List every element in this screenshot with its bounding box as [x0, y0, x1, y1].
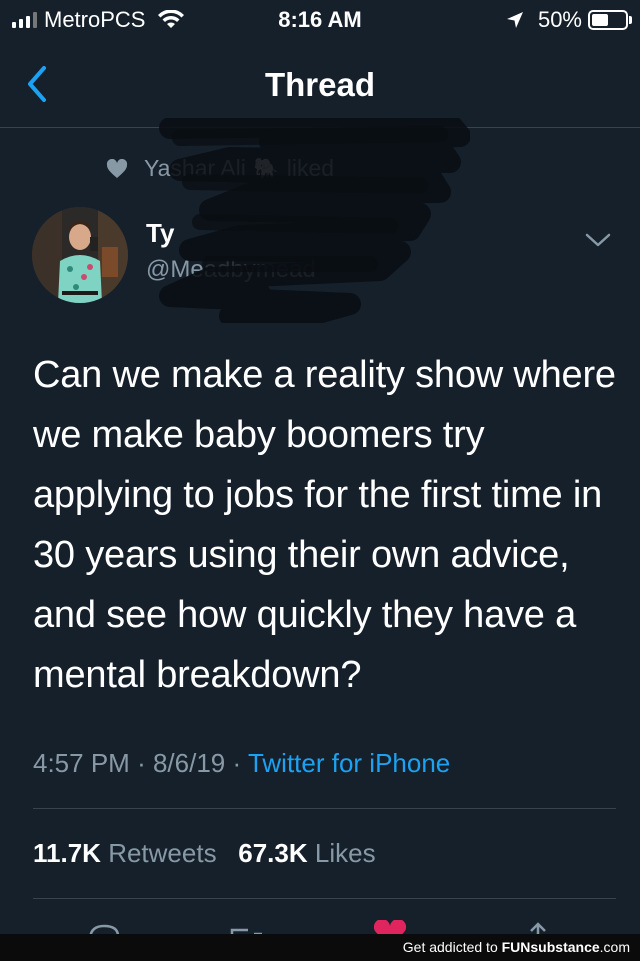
social-context-action: liked [286, 155, 335, 181]
likes-count: 67.3K [238, 838, 308, 868]
author-name[interactable]: Ty [146, 218, 174, 249]
battery-level-fill [592, 14, 608, 26]
avatar[interactable] [32, 207, 128, 303]
retweets-label: Retweets [108, 838, 217, 868]
meta-separator: · [137, 748, 146, 778]
watermark-footer: Get addicted to FUNsubstance.com [0, 934, 640, 961]
twitter-thread-screen: MetroPCS 8:16 AM 50% Thread Yashar Ali 🐘… [0, 0, 640, 961]
tweet-date: 8/6/19 [152, 748, 226, 778]
watermark-suffix: .com [599, 939, 630, 955]
watermark-brand: FUNsubstance [501, 939, 600, 955]
liker-emoji: 🐘 [253, 158, 279, 180]
status-bar: MetroPCS 8:16 AM 50% [0, 0, 640, 40]
retweets-stat[interactable]: 11.7K Retweets [33, 838, 224, 868]
likes-label: Likes [314, 838, 376, 868]
social-context[interactable]: Yashar Ali 🐘 liked [106, 155, 334, 182]
location-arrow-icon [506, 12, 523, 28]
watermark-text: Get addicted to FUNsubstance.com [403, 939, 630, 955]
status-right: 50% [506, 7, 632, 33]
tweet-text: Can we make a reality show where we make… [33, 354, 616, 696]
battery-percent: 50% [537, 7, 582, 32]
divider [33, 808, 616, 809]
watermark-prefix: Get addicted to [402, 939, 502, 955]
battery-icon [588, 10, 628, 30]
navigation-bar: Thread [0, 40, 640, 128]
avatar-photo [32, 207, 128, 303]
retweets-count: 11.7K [33, 838, 101, 868]
likes-stat[interactable]: 67.3K Likes [238, 838, 375, 868]
chevron-down-icon[interactable] [584, 230, 612, 250]
redaction-scribble [159, 118, 470, 323]
author-handle[interactable]: @Meadbymead [146, 256, 316, 284]
divider [33, 898, 616, 899]
tweet-stats: 11.7K Retweets 67.3K Likes [33, 838, 376, 869]
liker-name: Yashar Ali [144, 155, 246, 181]
tweet-time: 4:57 PM [33, 748, 130, 778]
tweet-source-link[interactable]: Twitter for iPhone [248, 748, 450, 778]
battery-nub [629, 16, 632, 24]
tweet-meta: 4:57 PM · 8/6/19 · Twitter for iPhone [33, 748, 450, 779]
meta-separator: · [232, 748, 242, 778]
page-title: Thread [264, 66, 376, 103]
heart-icon [106, 158, 128, 178]
